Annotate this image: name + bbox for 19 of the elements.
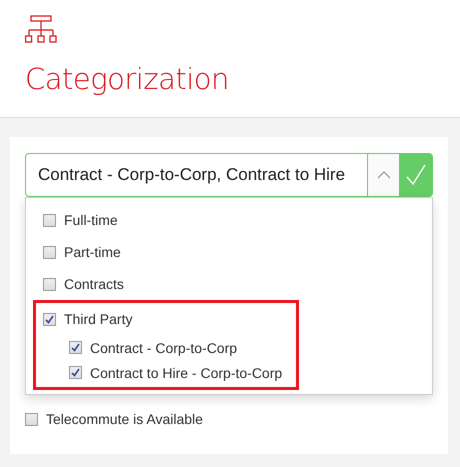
checkbox[interactable] xyxy=(69,341,82,354)
option-label[interactable]: Contract - Corp-to-Corp xyxy=(90,340,238,356)
checkbox[interactable] xyxy=(43,246,56,258)
caret-icon xyxy=(376,171,390,179)
multi-select-field[interactable]: Contract - Corp-to-Corp, Contract to Hire xyxy=(25,153,433,197)
checkbox[interactable] xyxy=(43,214,56,226)
checkbox[interactable] xyxy=(69,366,82,379)
option-label[interactable]: Part-time xyxy=(64,244,121,260)
option-label[interactable]: Contracts xyxy=(64,276,124,292)
check-icon xyxy=(406,164,426,186)
checkbox[interactable] xyxy=(25,412,38,426)
checkbox-label[interactable]: Telecommute is Available xyxy=(46,411,203,427)
section-title: Categorization xyxy=(25,62,230,96)
collapse-button[interactable] xyxy=(367,154,399,196)
option-label[interactable]: Contract to Hire - Corp-to-Corp xyxy=(90,364,282,380)
checkbox[interactable] xyxy=(43,312,56,326)
option-label[interactable]: Full-time xyxy=(64,212,118,228)
option-label[interactable]: Third Party xyxy=(64,311,132,327)
checkbox[interactable] xyxy=(43,278,56,290)
